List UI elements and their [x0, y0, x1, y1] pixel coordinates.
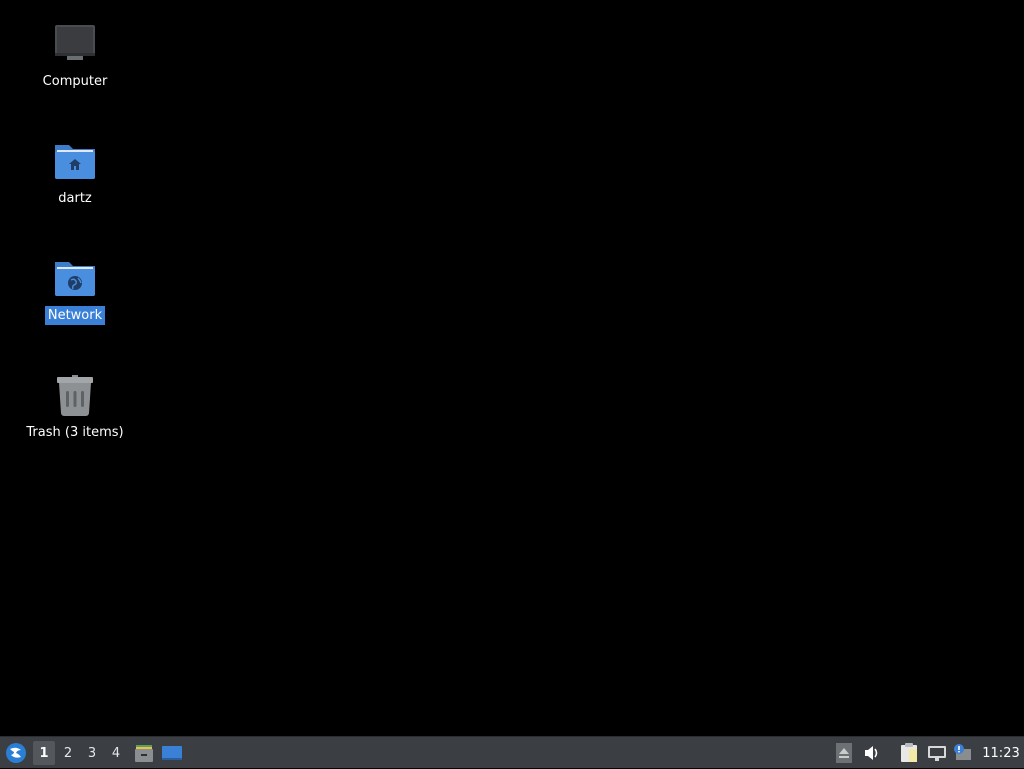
clipboard-icon: [901, 743, 917, 762]
workspace-4-button[interactable]: 4: [105, 741, 127, 765]
desktop-icon-label: Computer: [42, 74, 108, 89]
eject-icon: [836, 743, 852, 763]
volume-icon: [865, 746, 878, 760]
desktop-icon-label: Trash (3 items): [26, 425, 124, 440]
lxqt-start-menu-icon: [6, 743, 26, 763]
network-icon: [928, 746, 946, 761]
desktop-icon-network[interactable]: Network: [15, 254, 135, 325]
desktop-icon-label: Network: [44, 306, 106, 325]
show-desktop-icon: [162, 746, 182, 760]
show-desktop-button[interactable]: [160, 737, 184, 769]
desktop-icon-computer[interactable]: Computer: [15, 20, 135, 91]
desktop-icon-label: dartz: [58, 191, 92, 206]
update-notifier-button[interactable]: [951, 737, 973, 769]
volume-button[interactable]: [861, 737, 883, 769]
file-manager-launcher[interactable]: [132, 737, 156, 769]
desktop[interactable]: Computer dartz Network Trash (3 items): [0, 0, 1024, 736]
start-menu-button[interactable]: [2, 737, 30, 769]
taskbar-panel: 1 2 3 4 11:23: [0, 736, 1024, 768]
workspace-2-button[interactable]: 2: [57, 741, 79, 765]
update-notifier-icon: [954, 744, 971, 760]
workspace-3-button[interactable]: 3: [81, 741, 103, 765]
desktop-icon-home-folder[interactable]: dartz: [15, 137, 135, 208]
desktop-icon-trash[interactable]: Trash (3 items): [15, 371, 135, 442]
network-button[interactable]: [926, 737, 948, 769]
workspace-1-button[interactable]: 1: [33, 741, 55, 765]
computer-icon: [55, 25, 95, 60]
eject-button[interactable]: [833, 737, 855, 769]
clipboard-button[interactable]: [898, 737, 920, 769]
network-folder-icon: [55, 262, 95, 296]
clock[interactable]: 11:23: [980, 737, 1022, 769]
file-manager-icon: [135, 745, 153, 762]
trash-icon: [57, 375, 93, 416]
home-folder-icon: [55, 145, 95, 179]
